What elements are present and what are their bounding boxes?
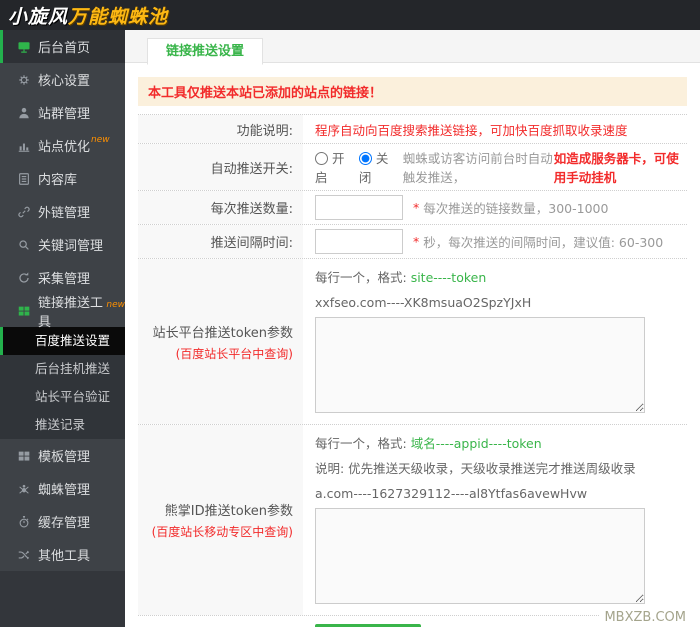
push-interval-input[interactable]: [315, 229, 403, 254]
sidebar-item-label: 采集管理: [38, 272, 91, 287]
monitor-icon: [16, 39, 31, 54]
sidebar-item-label: 后台首页: [38, 41, 91, 56]
link-push-submenu: 百度推送设置 后台挂机推送 站长平台验证 推送记录: [0, 327, 125, 439]
sidebar-item-cache[interactable]: 缓存管理: [0, 505, 125, 538]
push-count-input[interactable]: [315, 195, 403, 220]
submenu-item-label: 百度推送设置: [35, 333, 111, 348]
field-label: 站长平台推送token参数: [152, 325, 293, 341]
row-push-interval: 推送间隔时间: * 秒，每次推送的间隔时间，建议值: 60-300: [138, 224, 687, 258]
sidebar-item-core-settings[interactable]: 核心设置: [0, 63, 125, 96]
sidebar-item-label: 链接推送工具: [38, 295, 104, 330]
settings-form: 功能说明: 程序自动向百度搜索推送链接，可加快百度抓取收录速度 自动推送开关: …: [138, 114, 687, 627]
grid-green-icon: [16, 303, 31, 318]
sidebar-item-outlink[interactable]: 外链管理: [0, 195, 125, 228]
submenu-item-label: 后台挂机推送: [35, 361, 111, 376]
sidebar-item-label: 站群管理: [38, 107, 91, 122]
sidebar-item-site-optimize[interactable]: 站点优化 new: [0, 129, 125, 162]
sidebar-item-label: 外链管理: [38, 206, 91, 221]
push-count-hint: 每次推送的链接数量，300-1000: [423, 201, 609, 216]
field-sublabel: (百度站长移动专区中查询): [151, 525, 293, 539]
magnifier-icon: [16, 237, 31, 252]
watermark-text: MBXZB.COM: [600, 610, 690, 625]
link-icon: [16, 204, 31, 219]
bear-token-note: 说明: 优先推送天级收录，天级收录推送完才推送周级收录: [315, 461, 636, 476]
field-label: 功能说明:: [138, 115, 303, 143]
sidebar-item-collect[interactable]: 采集管理: [0, 261, 125, 294]
bar-chart-icon: [16, 138, 31, 153]
sidebar-item-label: 关键词管理: [38, 239, 104, 254]
shuffle-icon: [16, 547, 31, 562]
field-label: 熊掌ID推送token参数: [164, 504, 293, 519]
format-prefix: 每行一个，格式:: [315, 270, 411, 285]
radio-option-on[interactable]: 开启: [315, 148, 345, 186]
sidebar-item-home[interactable]: 后台首页: [0, 30, 125, 63]
format-code: 域名----appid----token: [410, 436, 542, 451]
submenu-item-baidu-push-settings[interactable]: 百度推送设置: [0, 327, 125, 355]
sidebar-item-site-group[interactable]: 站群管理: [0, 96, 125, 129]
format-prefix: 每行一个，格式:: [315, 436, 411, 451]
sidebar-item-other-tools[interactable]: 其他工具: [0, 538, 125, 571]
sidebar-item-label: 核心设置: [38, 74, 91, 89]
field-label: 推送间隔时间:: [138, 225, 303, 258]
required-mark: *: [413, 234, 420, 249]
logo-primary: 小旋风: [8, 5, 69, 28]
submenu-item-label: 站长平台验证: [35, 389, 111, 404]
new-badge: new: [106, 299, 125, 310]
auto-push-on-radio[interactable]: [315, 152, 328, 165]
field-label: 自动推送开关:: [138, 144, 303, 190]
sidebar-item-content-library[interactable]: 内容库: [0, 162, 125, 195]
row-auto-push-switch: 自动推送开关: 开启 关闭 蜘蛛或访客访问前台时自动触发推送， 如造成服务器卡，可…: [138, 143, 687, 190]
row-function-description: 功能说明: 程序自动向百度搜索推送链接，可加快百度抓取收录速度: [138, 114, 687, 143]
row-site-token: 站长平台推送token参数 (百度站长平台中查询) 每行一个，格式: site-…: [138, 258, 687, 424]
sidebar-item-label: 蜘蛛管理: [38, 483, 91, 498]
field-sublabel: (百度站长平台中查询): [175, 346, 293, 361]
field-label: 每次推送数量:: [138, 191, 303, 224]
app-logo: 小旋风万能蜘蛛池: [8, 2, 168, 29]
radio-option-off[interactable]: 关闭: [358, 148, 389, 186]
sidebar-item-link-push-tools[interactable]: 链接推送工具 new: [0, 294, 125, 330]
sidebar-item-label: 内容库: [38, 173, 78, 188]
refresh-icon: [16, 270, 31, 285]
document-icon: [16, 171, 31, 186]
app-header: 小旋风万能蜘蛛池: [0, 0, 700, 30]
tab-link-push-settings[interactable]: 链接推送设置: [147, 38, 264, 65]
sidebar-item-label: 站点优化: [38, 140, 91, 155]
bear-token-example: a.com----1627329112----al8Ytfas6avewHvw: [315, 486, 588, 501]
function-description-text: 程序自动向百度搜索推送链接，可加快百度抓取收录速度: [315, 122, 628, 138]
submenu-item-label: 推送记录: [35, 417, 86, 432]
required-mark: *: [413, 200, 420, 215]
bear-token-textarea[interactable]: [315, 508, 645, 604]
stopwatch-icon: [16, 514, 31, 529]
row-bear-token: 熊掌ID推送token参数 (百度站长移动专区中查询) 每行一个，格式: 域名-…: [138, 424, 687, 615]
grid-icon: [16, 448, 31, 463]
push-interval-hint: 秒，每次推送的间隔时间，建议值: 60-300: [423, 235, 664, 250]
new-badge: new: [91, 134, 110, 145]
sidebar-item-keywords[interactable]: 关键词管理: [0, 228, 125, 261]
sidebar-item-label: 其他工具: [38, 549, 91, 564]
sidebar-item-spiders[interactable]: 蜘蛛管理: [0, 472, 125, 505]
auto-push-warning: 如造成服务器卡，可使用手动挂机: [553, 151, 679, 185]
tab-strip: 链接推送设置: [125, 30, 700, 65]
sidebar: 后台首页 核心设置 站群管理 站点优化 new 内容库 外链管理 关键词管理 采…: [0, 30, 125, 627]
auto-push-hint: 蜘蛛或访客访问前台时自动触发推送，: [402, 151, 553, 185]
sidebar-item-label: 缓存管理: [38, 516, 91, 531]
row-push-count: 每次推送数量: * 每次推送的链接数量，300-1000: [138, 190, 687, 224]
main-content: 链接推送设置 本工具仅推送本站已添加的站点的链接！ 功能说明: 程序自动向百度搜…: [125, 30, 700, 627]
submenu-item-platform-verify[interactable]: 站长平台验证: [0, 383, 125, 411]
submenu-item-hangup-push[interactable]: 后台挂机推送: [0, 355, 125, 383]
user-icon: [16, 105, 31, 120]
sidebar-item-label: 模板管理: [38, 450, 91, 465]
logo-secondary: 万能蜘蛛池: [68, 5, 169, 28]
spider-icon: [16, 481, 31, 496]
gear-icon: [16, 72, 31, 87]
format-code: site----token: [410, 270, 487, 285]
notice-bar: 本工具仅推送本站已添加的站点的链接！: [138, 77, 687, 106]
auto-push-off-radio[interactable]: [358, 152, 372, 165]
site-token-example: xxfseo.com----XK8msuaO2SpzYJxH: [315, 295, 532, 310]
site-token-textarea[interactable]: [315, 317, 645, 413]
submenu-item-push-records[interactable]: 推送记录: [0, 411, 125, 439]
sidebar-item-templates[interactable]: 模板管理: [0, 439, 125, 472]
